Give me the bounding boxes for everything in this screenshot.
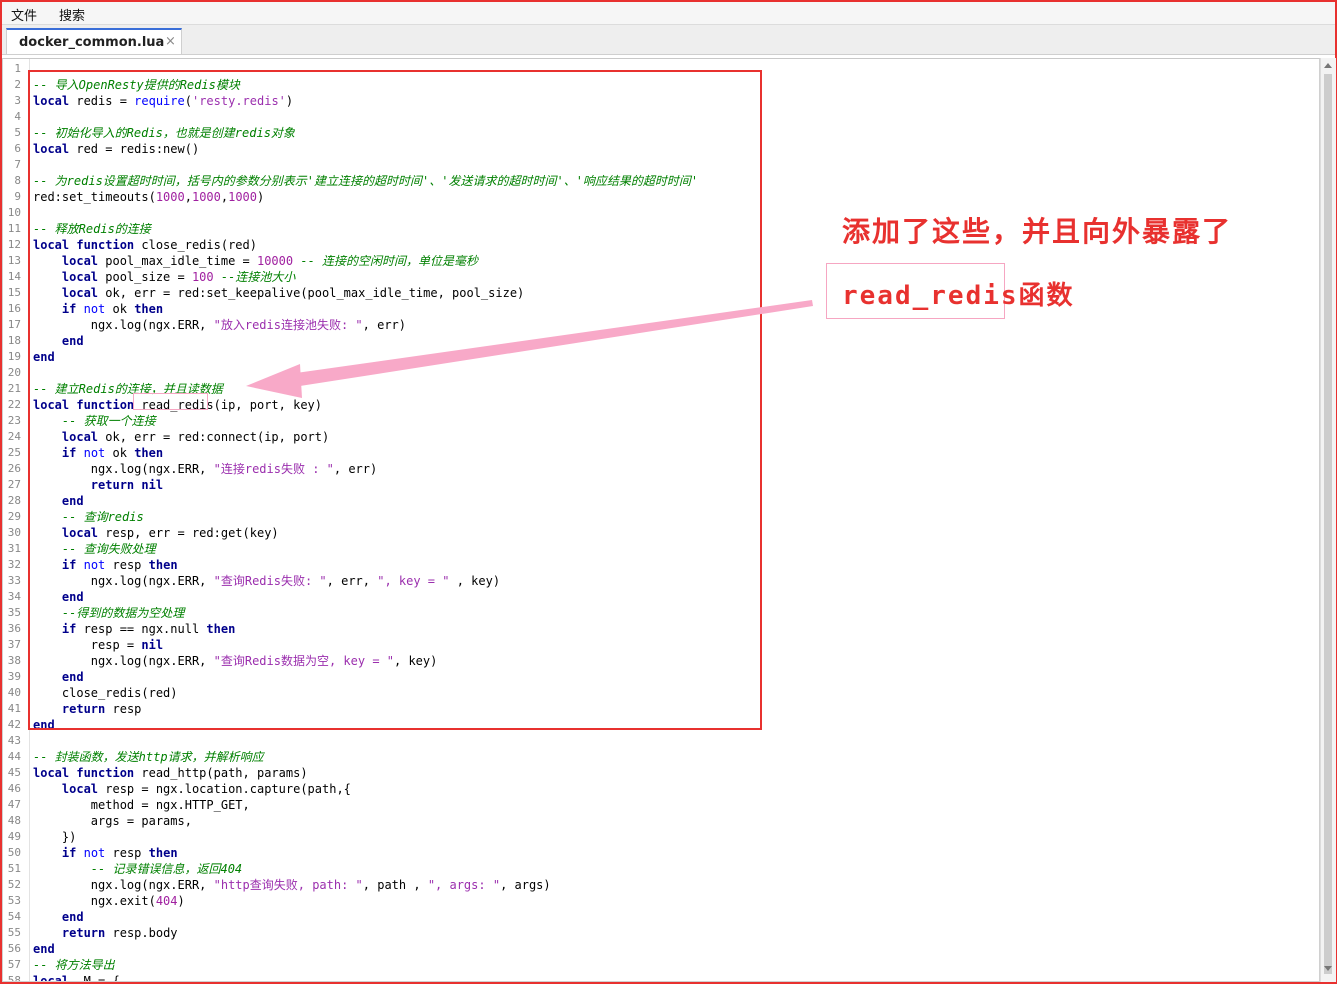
annotation-text-1: 添加了这些，并且向外暴露了 [842,215,1233,248]
annotation-suffix: 函数 [1018,281,1075,311]
annotation-text-2: read_redis函数 [842,275,1075,312]
annotation-code: read_redis [842,281,1019,311]
annotation-arrow [246,300,813,398]
